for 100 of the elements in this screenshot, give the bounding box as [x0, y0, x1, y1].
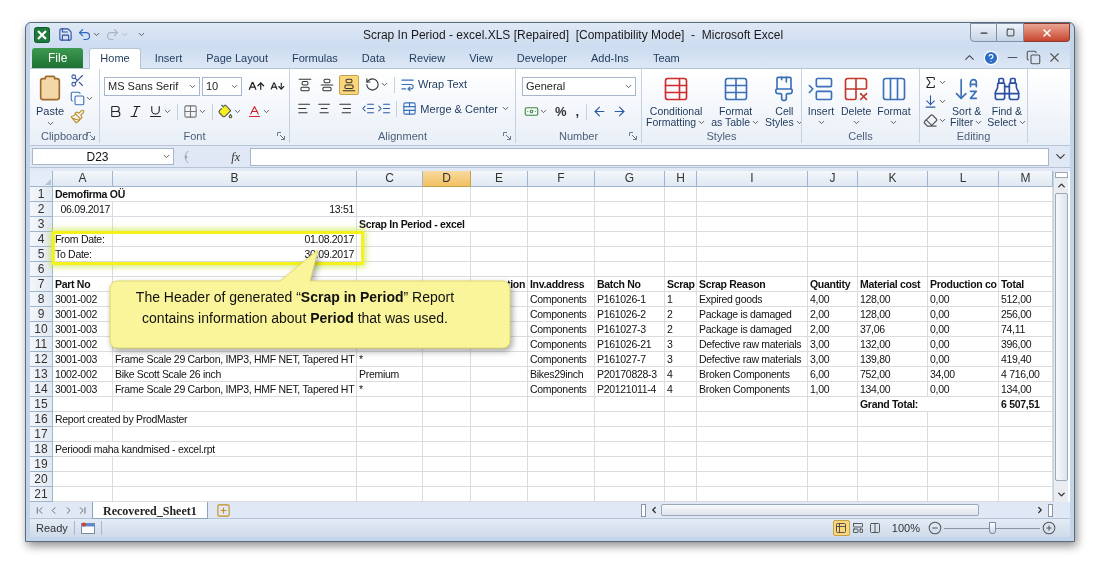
ribbon-button[interactable]: Conditional Formatting	[645, 72, 708, 128]
minimize-button[interactable]	[970, 23, 997, 42]
dialog-launcher-icon[interactable]	[629, 132, 637, 141]
row-header[interactable]: 14	[30, 382, 53, 398]
row-header[interactable]: 18	[30, 442, 53, 458]
number-format-field[interactable]: General	[522, 76, 636, 96]
ribbon-button[interactable]: Find & Select	[986, 72, 1027, 128]
row-header[interactable]: 16	[30, 412, 53, 428]
column-header[interactable]: I	[697, 171, 808, 188]
save-icon[interactable]	[58, 27, 73, 43]
row-header[interactable]: 5	[30, 247, 53, 263]
scroll-left-icon[interactable]	[649, 505, 659, 516]
sum-icon[interactable]	[923, 74, 938, 90]
restore-icon[interactable]	[1026, 50, 1041, 66]
row-header[interactable]: 2	[30, 202, 53, 218]
italic-icon[interactable]	[128, 104, 143, 120]
bold-icon[interactable]	[108, 104, 123, 120]
restore-button[interactable]	[997, 23, 1024, 42]
ribbon-button[interactable]: Cell Styles	[764, 72, 801, 128]
ribbon-tab[interactable]: Insert	[144, 47, 193, 69]
ribbon-button[interactable]: Insert	[806, 72, 836, 127]
orientation-icon[interactable]	[365, 77, 380, 93]
column-header[interactable]: B	[113, 171, 357, 188]
merge-center-button[interactable]: Merge & Center	[402, 100, 510, 118]
row-header[interactable]: 3	[30, 217, 53, 233]
normal-view-button[interactable]	[832, 520, 850, 537]
row-header[interactable]: 8	[30, 292, 53, 308]
format-painter-icon[interactable]	[70, 108, 86, 124]
number-style-button[interactable]: ,	[573, 105, 582, 119]
app-icon[interactable]	[34, 26, 50, 43]
ribbon-tab[interactable]: Data	[351, 47, 396, 69]
ribbon-tab[interactable]: Formulas	[282, 47, 348, 69]
dialog-launcher-icon[interactable]	[87, 132, 95, 141]
copy-icon[interactable]	[70, 90, 86, 106]
column-header[interactable]: G	[595, 171, 665, 188]
row-header[interactable]: 11	[30, 337, 53, 353]
row-header[interactable]: 4	[30, 232, 53, 248]
ribbon-tab[interactable]: Page Layout	[196, 47, 278, 69]
ribbon-tab[interactable]: Team	[642, 47, 690, 69]
cut-icon[interactable]	[70, 72, 86, 88]
column-header[interactable]: J	[808, 171, 858, 188]
column-header[interactable]: H	[665, 171, 697, 188]
column-header[interactable]: C	[357, 171, 423, 188]
macro-record-icon[interactable]	[80, 522, 95, 535]
ribbon-tab[interactable]: Home	[89, 47, 141, 69]
row-header[interactable]: 9	[30, 307, 53, 323]
wrap-text-button[interactable]: Wrap Text	[400, 76, 468, 93]
font-color-icon[interactable]	[247, 104, 262, 120]
scrollbar-thumb[interactable]	[661, 504, 979, 517]
row-header[interactable]: 19	[30, 457, 53, 473]
eraser-icon[interactable]	[923, 112, 938, 128]
insert-function-button[interactable]: fx	[231, 147, 246, 166]
font-size-field[interactable]: 10	[202, 76, 242, 96]
underline-icon[interactable]	[148, 104, 163, 120]
ribbon-tab[interactable]: Developer	[506, 47, 577, 69]
close-button[interactable]	[1024, 23, 1070, 42]
borders-icon[interactable]	[183, 104, 198, 120]
zoom-out-icon[interactable]	[928, 521, 942, 536]
row-header[interactable]: 17	[30, 427, 53, 443]
increase-decimal-icon[interactable]	[592, 104, 608, 120]
undo-icon[interactable]	[77, 27, 92, 43]
column-header[interactable]: L	[928, 171, 999, 188]
slider-thumb[interactable]	[989, 522, 996, 535]
paste-button[interactable]: Paste	[36, 68, 65, 130]
ribbon-tab[interactable]: Review	[399, 47, 456, 69]
ribbon-button[interactable]: Sort & Filter	[949, 72, 985, 128]
row-header[interactable]: 21	[30, 487, 53, 503]
column-header[interactable]: E	[471, 171, 528, 188]
row-header[interactable]: 10	[30, 322, 53, 338]
font-name-field[interactable]: MS Sans Serif	[104, 76, 200, 96]
number-style-button[interactable]: %	[553, 105, 569, 119]
column-header[interactable]: D	[423, 171, 471, 188]
fill-color-icon[interactable]	[218, 104, 233, 120]
vertical-scrollbar[interactable]	[1053, 171, 1068, 503]
dialog-launcher-icon[interactable]	[277, 132, 285, 141]
row-header[interactable]: 7	[30, 277, 53, 293]
decrease-decimal-icon[interactable]	[612, 104, 628, 120]
zoom-level[interactable]: 100%	[883, 519, 928, 537]
zoom-slider[interactable]	[944, 522, 1040, 535]
ribbon-button[interactable]: Format as Table	[710, 72, 762, 128]
row-header[interactable]: 12	[30, 352, 53, 368]
row-header[interactable]: 1	[30, 187, 53, 203]
column-header[interactable]: M	[999, 171, 1053, 188]
column-header[interactable]: F	[528, 171, 595, 188]
column-header[interactable]: K	[858, 171, 928, 188]
formula-input[interactable]	[250, 147, 1049, 166]
row-header[interactable]: 20	[30, 472, 53, 488]
ribbon-button[interactable]: Format	[876, 72, 912, 127]
column-header[interactable]: A	[53, 171, 113, 188]
row-header[interactable]: 15	[30, 397, 53, 413]
file-tab[interactable]: File	[32, 47, 84, 68]
row-header[interactable]: 13	[30, 367, 53, 383]
fill-down-icon[interactable]	[923, 93, 938, 109]
zoom-in-icon[interactable]	[1042, 521, 1056, 536]
dialog-launcher-icon[interactable]	[503, 132, 511, 141]
ribbon-tab[interactable]: View	[459, 47, 503, 69]
row-header[interactable]: 6	[30, 262, 53, 278]
ribbon-tab[interactable]: Add-Ins	[580, 47, 639, 69]
vertical-align-button[interactable]	[339, 74, 359, 95]
scrollbar-thumb[interactable]	[1054, 193, 1068, 482]
